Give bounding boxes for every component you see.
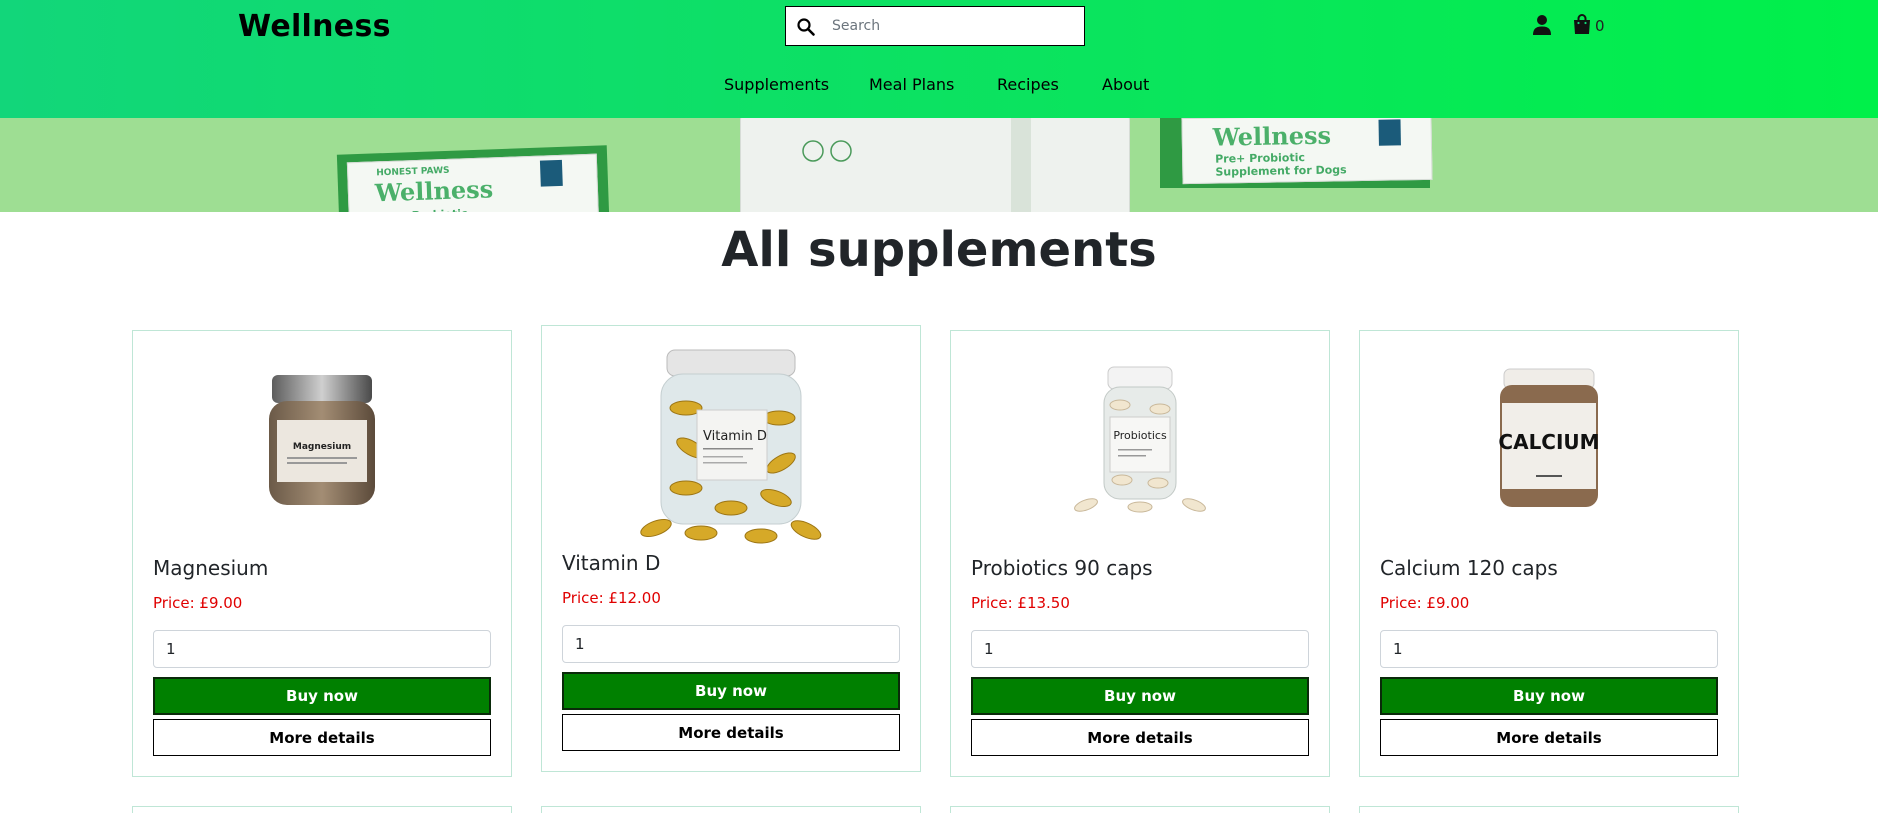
product-card: CALCIUM Calcium 120 caps Price: £9.00 Bu… [1359, 330, 1739, 777]
quantity-input[interactable] [1380, 630, 1718, 668]
buy-now-button[interactable]: Buy now [971, 677, 1309, 715]
product-card: Vitamin D Vitamin D Price: £12.00 Buy no… [541, 325, 921, 772]
site-header: Wellness 0 Supplements Meal Plans Recipe… [0, 0, 1878, 118]
banner-pack-line2-right: Supplement for Dogs [1215, 163, 1347, 179]
product-image[interactable]: Magnesium [133, 355, 511, 525]
hero-banner: HONEST PAWS Wellness Pre+ Probiotic Well… [0, 118, 1878, 212]
quantity-input[interactable] [971, 630, 1309, 668]
banner-pack-badge-right [1378, 119, 1401, 146]
product-price: Price: £12.00 [562, 589, 661, 607]
nav-supplements[interactable]: Supplements [724, 75, 829, 94]
product-image[interactable]: Probiotics [951, 355, 1329, 525]
user-account-icon[interactable] [1532, 14, 1552, 36]
quantity-input[interactable] [562, 625, 900, 663]
nav-recipes[interactable]: Recipes [997, 75, 1059, 94]
product-card: Probiotics Probiotics 90 caps Price: £13… [950, 330, 1330, 777]
banner-pouch [740, 118, 1130, 212]
more-details-button[interactable]: More details [971, 719, 1309, 756]
product-name[interactable]: Magnesium [153, 556, 268, 580]
banner-pack-brand-right: Wellness [1212, 120, 1332, 152]
lab-tested-badge [802, 140, 852, 162]
product-name[interactable]: Vitamin D [562, 551, 660, 575]
product-image[interactable]: CALCIUM [1360, 355, 1738, 525]
brand-logo[interactable]: Wellness [238, 9, 391, 44]
product-card: Magnesium Magnesium Price: £9.00 Buy now… [132, 330, 512, 777]
product-name[interactable]: Probiotics 90 caps [971, 556, 1153, 580]
product-price: Price: £13.50 [971, 594, 1070, 612]
quantity-input[interactable] [153, 630, 491, 668]
buy-now-button[interactable]: Buy now [562, 672, 900, 710]
shopping-bag-icon[interactable] [1572, 13, 1592, 35]
jar-label-text: Magnesium [293, 442, 351, 452]
probiotics-bottle-image: Probiotics [1074, 366, 1206, 513]
product-card-partial [541, 806, 921, 813]
jar-label-text: CALCIUM [1498, 430, 1599, 454]
banner-pack-line: Pre+ Probiotic [378, 207, 468, 212]
product-name[interactable]: Calcium 120 caps [1380, 556, 1558, 580]
product-card-partial [950, 806, 1330, 813]
nav-meal-plans[interactable]: Meal Plans [869, 75, 954, 94]
product-price: Price: £9.00 [153, 594, 243, 612]
product-price: Price: £9.00 [1380, 594, 1470, 612]
product-card-partial [1359, 806, 1739, 813]
nav-about[interactable]: About [1102, 75, 1149, 94]
bottle-label-text: Probiotics [1113, 429, 1167, 442]
cart-count[interactable]: 0 [1595, 17, 1605, 35]
banner-pack-left: HONEST PAWS Wellness Pre+ Probiotic [346, 153, 600, 212]
more-details-button[interactable]: More details [153, 719, 491, 756]
magnesium-jar-image: Magnesium [269, 375, 375, 505]
banner-pack-badge [539, 159, 563, 187]
banner-pack-right: Wellness Pre+ Probiotic Supplement for D… [1181, 118, 1433, 185]
product-card-partial [132, 806, 512, 813]
search-icon[interactable] [796, 17, 816, 37]
banner-pack-brand: Wellness [374, 174, 494, 208]
search-box[interactable] [785, 6, 1085, 46]
more-details-button[interactable]: More details [562, 714, 900, 751]
banner-pouch-stick [1011, 118, 1031, 212]
jar-label-text: Vitamin D [703, 429, 767, 444]
product-image[interactable]: Vitamin D [542, 349, 920, 544]
search-input[interactable] [832, 15, 1072, 37]
buy-now-button[interactable]: Buy now [153, 677, 491, 715]
more-details-button[interactable]: More details [1380, 719, 1718, 756]
vitamin-d-jar-image: Vitamin D [640, 349, 822, 544]
page-title: All supplements [721, 222, 1157, 278]
calcium-jar-image: CALCIUM [1498, 368, 1600, 507]
buy-now-button[interactable]: Buy now [1380, 677, 1718, 715]
